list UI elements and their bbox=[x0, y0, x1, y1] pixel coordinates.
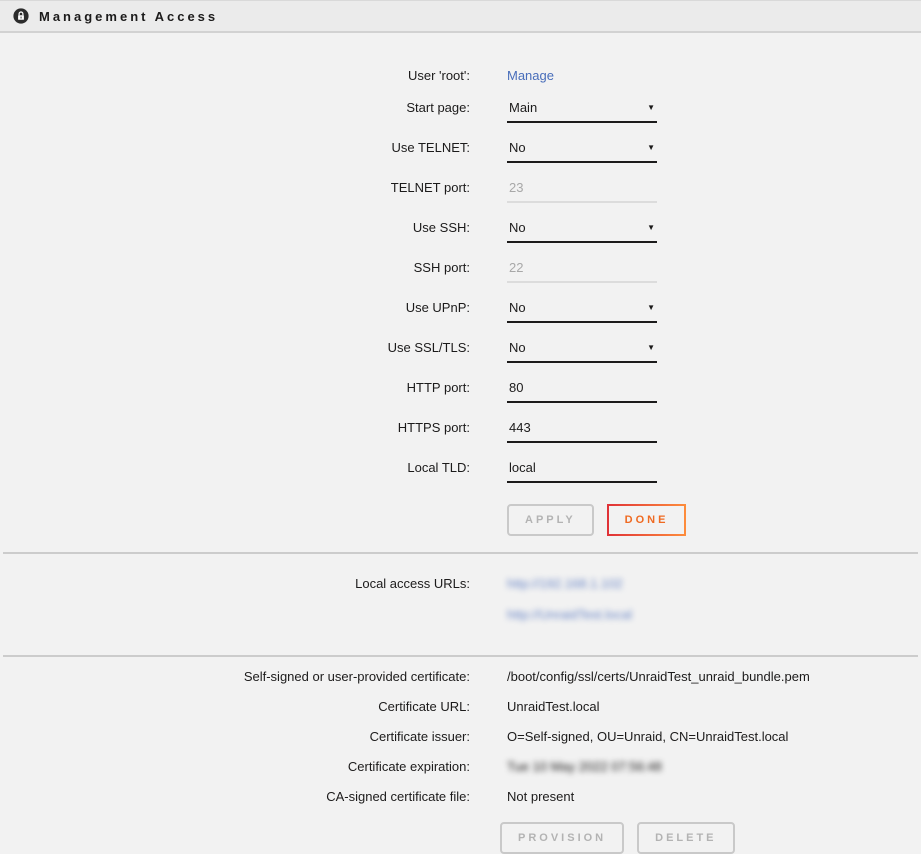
use-ssh-select[interactable]: No ▼ bbox=[507, 217, 657, 243]
select-value: No bbox=[509, 300, 526, 315]
http-port-input[interactable] bbox=[507, 377, 657, 403]
cert-file-value: /boot/config/ssl/certs/UnraidTest_unraid… bbox=[507, 666, 810, 684]
local-url-link[interactable]: http://UnraidTest.local bbox=[507, 604, 632, 622]
user-root-row: User 'root': Manage bbox=[0, 65, 921, 83]
start-page-row: Start page: Main ▼ bbox=[0, 97, 921, 123]
telnet-port-row: TELNET port: bbox=[0, 177, 921, 203]
local-tld-row: Local TLD: bbox=[0, 457, 921, 483]
field-label: Certificate expiration: bbox=[0, 756, 470, 774]
field-label: Self-signed or user-provided certificate… bbox=[0, 666, 470, 684]
start-page-select[interactable]: Main ▼ bbox=[507, 97, 657, 123]
field-label: Certificate issuer: bbox=[0, 726, 470, 744]
field-label: Certificate URL: bbox=[0, 696, 470, 714]
field-label: Use TELNET: bbox=[0, 137, 470, 155]
cert-url-row: Certificate URL: UnraidTest.local bbox=[0, 696, 921, 714]
cert-file-row: Self-signed or user-provided certificate… bbox=[0, 666, 921, 684]
use-telnet-row: Use TELNET: No ▼ bbox=[0, 137, 921, 163]
field-label: User 'root': bbox=[0, 65, 470, 83]
select-value: No bbox=[509, 340, 526, 355]
telnet-port-input[interactable] bbox=[507, 177, 657, 203]
ca-cert-value: Not present bbox=[507, 786, 574, 804]
https-port-input[interactable] bbox=[507, 417, 657, 443]
provision-button[interactable]: PROVISION bbox=[500, 822, 624, 854]
select-value: Main bbox=[509, 100, 537, 115]
local-tld-input[interactable] bbox=[507, 457, 657, 483]
lock-icon bbox=[13, 8, 29, 24]
chevron-down-icon: ▼ bbox=[647, 304, 655, 312]
select-value: No bbox=[509, 220, 526, 235]
field-label: Use SSL/TLS: bbox=[0, 337, 470, 355]
delete-button[interactable]: DELETE bbox=[637, 822, 734, 854]
cert-url-value: UnraidTest.local bbox=[507, 696, 600, 714]
page-header: Management Access bbox=[0, 0, 921, 33]
chevron-down-icon: ▼ bbox=[647, 344, 655, 352]
http-port-row: HTTP port: bbox=[0, 377, 921, 403]
ca-cert-row: CA-signed certificate file: Not present bbox=[0, 786, 921, 804]
chevron-down-icon: ▼ bbox=[647, 144, 655, 152]
field-label: CA-signed certificate file: bbox=[0, 786, 470, 804]
field-label: Use SSH: bbox=[0, 217, 470, 235]
field-label: Start page: bbox=[0, 97, 470, 115]
field-label: HTTP port: bbox=[0, 377, 470, 395]
cert-issuer-row: Certificate issuer: O=Self-signed, OU=Un… bbox=[0, 726, 921, 744]
apply-button[interactable]: APPLY bbox=[507, 504, 594, 536]
management-access-form: User 'root': Manage Start page: Main ▼ U… bbox=[0, 33, 921, 536]
field-label: SSH port: bbox=[0, 257, 470, 275]
cert-issuer-value: O=Self-signed, OU=Unraid, CN=UnraidTest.… bbox=[507, 726, 788, 744]
cert-expiration-row: Certificate expiration: Tue 10 May 2022 … bbox=[0, 756, 921, 774]
field-label: TELNET port: bbox=[0, 177, 470, 195]
use-upnp-row: Use UPnP: No ▼ bbox=[0, 297, 921, 323]
local-url-link[interactable]: http://192.168.1.102 bbox=[507, 573, 632, 591]
manage-link[interactable]: Manage bbox=[507, 65, 554, 83]
use-ssh-row: Use SSH: No ▼ bbox=[0, 217, 921, 243]
cert-expiration-value: Tue 10 May 2022 07:56:48 bbox=[507, 756, 662, 774]
done-button[interactable]: DONE bbox=[607, 504, 687, 536]
use-ssl-row: Use SSL/TLS: No ▼ bbox=[0, 337, 921, 363]
ssh-port-input[interactable] bbox=[507, 257, 657, 283]
chevron-down-icon: ▼ bbox=[647, 224, 655, 232]
use-telnet-select[interactable]: No ▼ bbox=[507, 137, 657, 163]
select-value: No bbox=[509, 140, 526, 155]
use-upnp-select[interactable]: No ▼ bbox=[507, 297, 657, 323]
field-label: Local access URLs: bbox=[0, 573, 470, 591]
https-port-row: HTTPS port: bbox=[0, 417, 921, 443]
local-access-section: Local access URLs: http://192.168.1.102 … bbox=[0, 554, 921, 655]
field-label: Use UPnP: bbox=[0, 297, 470, 315]
certificate-section: Self-signed or user-provided certificate… bbox=[0, 657, 921, 854]
chevron-down-icon: ▼ bbox=[647, 104, 655, 112]
field-label: HTTPS port: bbox=[0, 417, 470, 435]
field-label: Local TLD: bbox=[0, 457, 470, 475]
ssh-port-row: SSH port: bbox=[0, 257, 921, 283]
use-ssl-select[interactable]: No ▼ bbox=[507, 337, 657, 363]
page-title: Management Access bbox=[39, 9, 218, 24]
